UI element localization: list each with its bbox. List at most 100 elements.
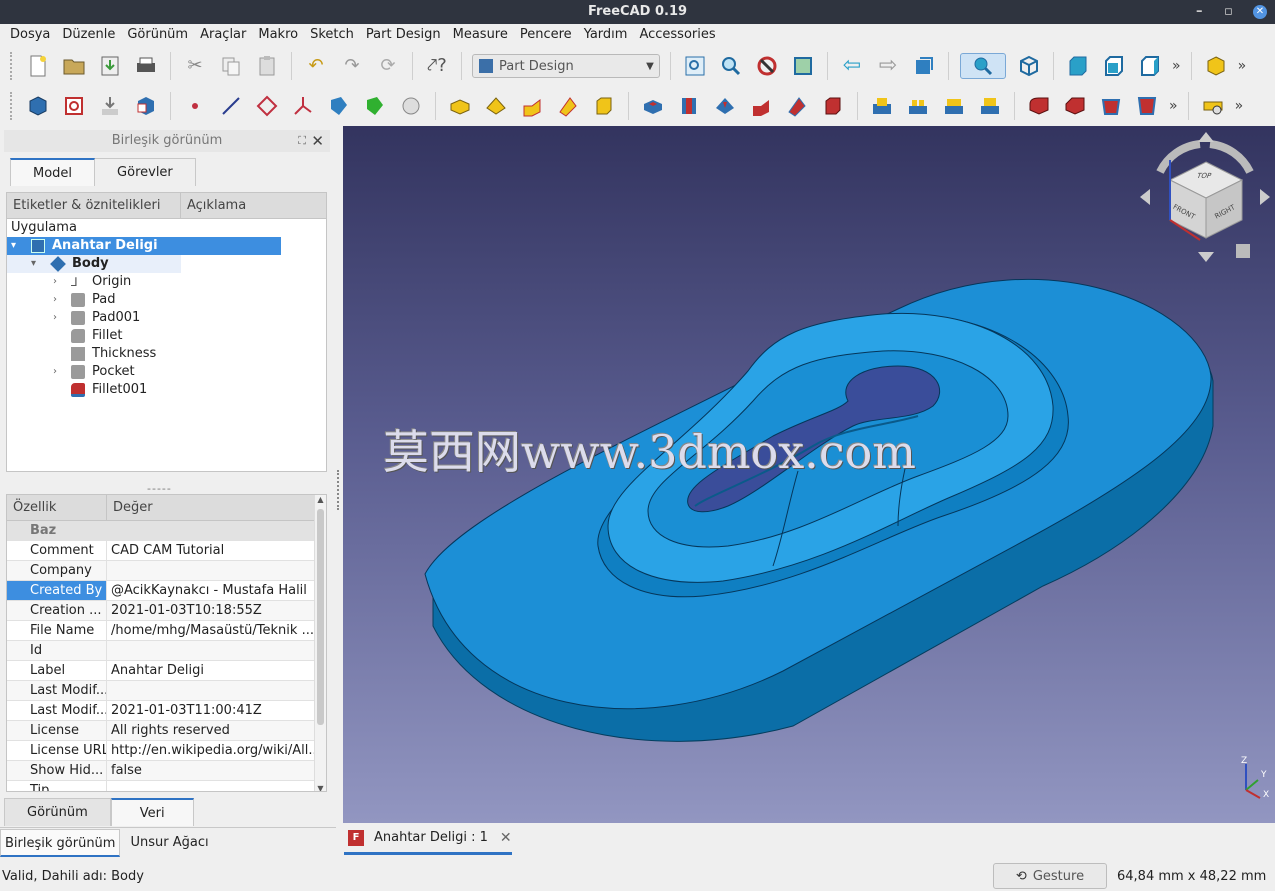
datum-plane-icon[interactable] [254, 93, 280, 119]
property-value[interactable] [107, 561, 326, 580]
back-arrow-icon[interactable]: ⇦ [839, 53, 865, 79]
float-panel-icon[interactable]: ⛶ [298, 130, 306, 152]
menu-sketch[interactable]: Sketch [304, 24, 360, 46]
revolution-icon[interactable] [483, 93, 509, 119]
prop-col-value[interactable]: Değer [107, 495, 153, 520]
menu-araclar[interactable]: Araçlar [194, 24, 252, 46]
toolbar-overflow-4[interactable]: » [1235, 98, 1244, 114]
property-row[interactable]: Company [7, 561, 326, 581]
copy-icon[interactable] [218, 53, 244, 79]
draw-style-icon[interactable] [754, 53, 780, 79]
close-panel-icon[interactable]: ✕ [311, 130, 324, 152]
menu-gorunum[interactable]: Görünüm [121, 24, 194, 46]
subtractive-loft-icon[interactable] [748, 93, 774, 119]
tree-item-thickness[interactable]: Thickness [7, 345, 326, 363]
linear-pattern-icon[interactable] [905, 93, 931, 119]
undo-icon[interactable]: ↶ [303, 53, 329, 79]
menu-accessories[interactable]: Accessories [633, 24, 721, 46]
menu-duzenle[interactable]: Düzenle [56, 24, 121, 46]
menu-part-design[interactable]: Part Design [360, 24, 447, 46]
property-row[interactable]: License All rights reserved [7, 721, 326, 741]
additive-pipe-icon[interactable] [555, 93, 581, 119]
property-value[interactable]: CAD CAM Tutorial [107, 541, 326, 560]
property-value[interactable]: Anahtar Deligi [107, 661, 326, 680]
chevron-right-icon[interactable]: › [53, 309, 57, 327]
sync-view-icon[interactable] [911, 53, 937, 79]
workbench-selector[interactable]: Part Design ▼ [472, 54, 660, 78]
toolbar-grip-2[interactable] [10, 92, 14, 120]
shape-binder-icon[interactable] [326, 93, 352, 119]
scroll-up-icon[interactable]: ▲ [315, 495, 326, 504]
property-row-selected[interactable]: Created By @AcikKaynakcı - Mustafa Halil [7, 581, 326, 601]
navigation-style-button[interactable]: ⟲ Gesture [993, 863, 1107, 889]
tab-gorevler[interactable]: Görevler [95, 158, 196, 186]
new-file-icon[interactable] [25, 53, 51, 79]
tree-item-pad[interactable]: › Pad [7, 291, 326, 309]
property-value[interactable]: false [107, 761, 326, 780]
property-value[interactable]: @AcikKaynakcı - Mustafa Halil [107, 581, 326, 600]
create-sketch-icon[interactable] [61, 93, 87, 119]
menu-makro[interactable]: Makro [252, 24, 304, 46]
property-row[interactable]: License URL http://en.wikipedia.org/wiki/… [7, 741, 326, 761]
property-row[interactable]: Last Modif... 2021-01-03T11:00:41Z [7, 701, 326, 721]
tab-unsur-agaci[interactable]: Unsur Ağacı [120, 829, 219, 857]
groove-icon[interactable] [712, 93, 738, 119]
property-value[interactable]: All rights reserved [107, 721, 326, 740]
additive-primitive-icon[interactable] [591, 93, 617, 119]
property-value[interactable] [107, 681, 326, 700]
close-tab-icon[interactable]: ✕ [500, 830, 512, 846]
mirrored-icon[interactable] [869, 93, 895, 119]
measure-icon[interactable] [1200, 93, 1226, 119]
polar-pattern-icon[interactable] [941, 93, 967, 119]
property-value[interactable]: http://en.wikipedia.org/wiki/All... [107, 741, 326, 760]
print-icon[interactable] [133, 53, 159, 79]
prop-col-property[interactable]: Özellik [7, 495, 107, 520]
property-value[interactable]: 2021-01-03T11:00:41Z [107, 701, 326, 720]
tree-col-labels[interactable]: Etiketler & öznitelikleri [7, 193, 181, 218]
standard-views-icon[interactable] [960, 53, 1006, 79]
subtractive-primitive-icon[interactable] [820, 93, 846, 119]
part-cube-icon[interactable] [1203, 53, 1229, 79]
property-row[interactable]: Label Anahtar Deligi [7, 661, 326, 681]
property-row[interactable]: Last Modif... [7, 681, 326, 701]
top-view-icon[interactable] [1101, 53, 1127, 79]
menu-yardim[interactable]: Yardım [578, 24, 634, 46]
document-tab[interactable]: F Anahtar Deligi : 1 ✕ [344, 823, 512, 855]
property-value[interactable]: 2021-01-03T10:18:55Z [107, 601, 326, 620]
property-value[interactable]: /home/mhg/Masaüstü/Teknik ... [107, 621, 326, 640]
scrollbar-thumb[interactable] [317, 509, 324, 725]
3d-viewport[interactable]: 莫西网www.3dmox.com TOP FRONT RIGHT Z Y X [343, 126, 1275, 823]
property-row[interactable]: File Name/home/mhg/Masaüstü/Teknik ... [7, 621, 326, 641]
menu-measure[interactable]: Measure [447, 24, 514, 46]
property-row[interactable]: Tip [7, 781, 326, 791]
fillet-icon[interactable] [1026, 93, 1052, 119]
property-row[interactable]: Show Hid... false [7, 761, 326, 781]
property-row[interactable]: Id [7, 641, 326, 661]
cut-icon[interactable]: ✂ [182, 53, 208, 79]
additive-loft-icon[interactable] [519, 93, 545, 119]
menu-dosya[interactable]: Dosya [4, 24, 56, 46]
multitransform-icon[interactable] [977, 93, 1003, 119]
property-value[interactable] [107, 641, 326, 660]
property-value[interactable] [107, 781, 326, 791]
tree-item-pocket[interactable]: › Pocket [7, 363, 326, 381]
subshape-binder-icon[interactable] [362, 93, 388, 119]
tree-item-body[interactable]: ▾ Body [7, 255, 181, 273]
attach-sketch-icon[interactable] [97, 93, 123, 119]
redo-icon[interactable]: ↷ [339, 53, 365, 79]
fit-selection-icon[interactable] [718, 53, 744, 79]
property-row[interactable]: Creation ... 2021-01-03T10:18:55Z [7, 601, 326, 621]
property-scrollbar[interactable]: ▲ ▼ [314, 495, 326, 791]
menu-pencere[interactable]: Pencere [514, 24, 578, 46]
chevron-right-icon[interactable]: › [53, 273, 57, 291]
right-view-icon[interactable] [1137, 53, 1163, 79]
property-row[interactable]: Comment CAD CAM Tutorial [7, 541, 326, 561]
minimize-button[interactable]: – [1196, 0, 1203, 24]
chamfer-icon[interactable] [1062, 93, 1088, 119]
property-group[interactable]: Baz [7, 521, 326, 541]
tab-model[interactable]: Model [10, 158, 96, 186]
tree-item-fillet[interactable]: Fillet [7, 327, 326, 345]
forward-arrow-icon[interactable]: ⇨ [875, 53, 901, 79]
tab-veri[interactable]: Veri [110, 798, 194, 826]
whats-this-icon[interactable]: ⤤? [424, 53, 450, 79]
